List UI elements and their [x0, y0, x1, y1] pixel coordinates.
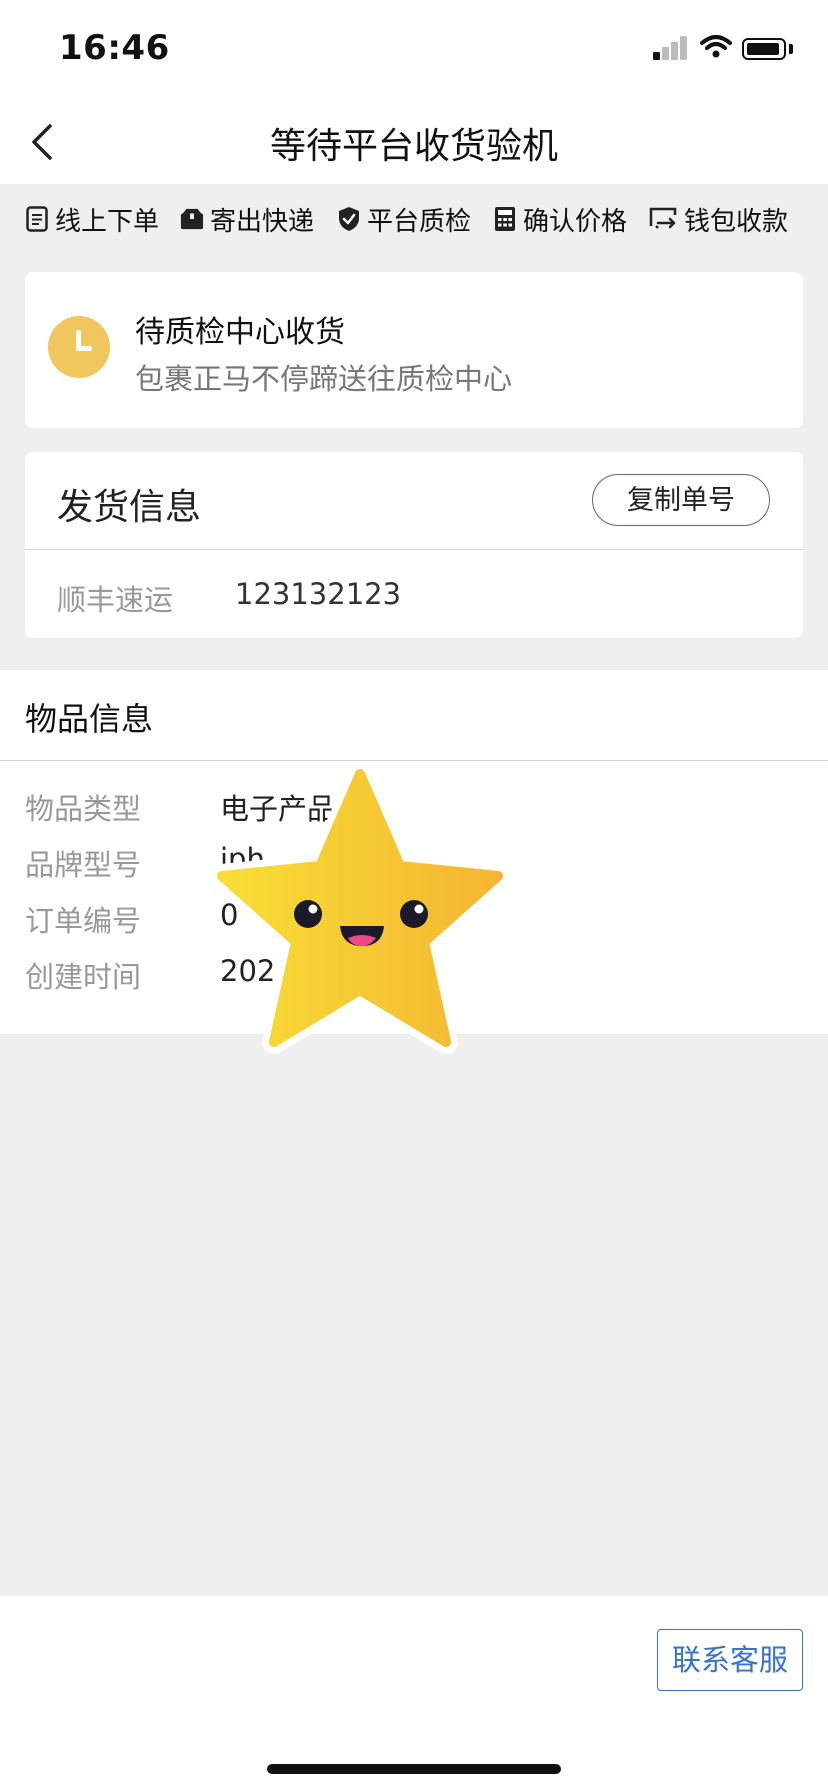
step-label: 确认价格	[523, 206, 628, 237]
tracking-number: 123132123	[235, 577, 402, 611]
item-info-title: 物品信息	[25, 700, 154, 738]
step-quality-check: 平台质检	[337, 200, 471, 238]
calculator-icon	[493, 206, 517, 232]
shipping-title: 发货信息	[57, 487, 202, 528]
star-sticker-icon	[210, 762, 510, 1054]
courier-name: 顺丰速运	[57, 583, 174, 617]
document-icon	[25, 206, 49, 232]
page-title: 等待平台收货验机	[269, 126, 558, 167]
step-ship-parcel: 寄出快递	[180, 200, 314, 238]
status-subtitle: 包裹正马不停蹄送往质检中心	[135, 362, 513, 396]
package-icon	[180, 206, 204, 232]
home-indicator	[267, 1764, 561, 1774]
cellular-signal-icon	[653, 36, 687, 60]
step-label: 平台质检	[367, 206, 472, 237]
order-number-label: 订单编号	[25, 904, 142, 938]
created-time-label: 创建时间	[25, 960, 142, 994]
item-type-label: 物品类型	[25, 792, 142, 826]
shield-check-icon	[337, 206, 361, 232]
wifi-icon	[700, 35, 732, 58]
brand-model-label: 品牌型号	[25, 848, 142, 882]
wallet-transfer-icon	[648, 206, 678, 232]
divider	[25, 549, 803, 550]
bottom-bar	[0, 1596, 828, 1792]
step-confirm-price: 确认价格	[493, 200, 627, 238]
step-label: 寄出快递	[210, 206, 315, 237]
battery-icon	[742, 38, 786, 60]
contact-support-button[interactable]: 联系客服	[657, 1629, 803, 1691]
status-time: 16:46	[59, 28, 170, 68]
step-label: 线上下单	[55, 206, 160, 237]
copy-tracking-button[interactable]: 复制单号	[592, 474, 770, 526]
step-label: 钱包收款	[684, 206, 789, 237]
status-title: 待质检中心收货	[135, 315, 345, 350]
step-wallet-receive: 钱包收款	[648, 200, 788, 238]
step-online-order: 线上下单	[25, 200, 159, 238]
